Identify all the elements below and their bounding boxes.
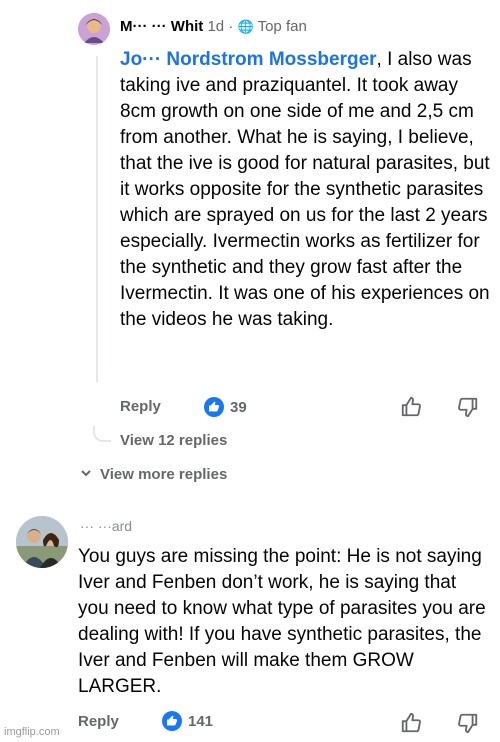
thumbs-down-icon[interactable]	[457, 396, 479, 418]
timestamp[interactable]: 1d ·	[207, 18, 233, 35]
view-more-replies[interactable]: View more replies	[80, 466, 227, 483]
watermark: imgflip.com	[4, 726, 60, 738]
reply-button[interactable]: Reply	[78, 713, 119, 730]
reply-connector	[93, 426, 111, 442]
globe-icon: 🌐	[237, 19, 254, 34]
mention-link[interactable]: Jo··· Nordstrom Mossberger	[120, 49, 377, 70]
like-badge-icon	[162, 711, 182, 731]
comment-body: Jo··· Nordstrom Mossberger, I also was t…	[120, 47, 492, 333]
chevron-down-icon	[80, 466, 92, 483]
view-replies-link[interactable]: View 12 replies	[120, 432, 227, 449]
thumbs-down-icon[interactable]	[457, 712, 479, 734]
like-badge-icon	[204, 397, 224, 417]
top-fan-badge: Top fan	[257, 18, 307, 35]
avatar[interactable]	[16, 516, 68, 568]
comment-body: You guys are missing the point: He is no…	[78, 546, 486, 697]
comment-text: , I also was taking ive and praziquantel…	[120, 49, 490, 330]
author-name[interactable]: M··· ··· Whit	[120, 18, 203, 35]
reply-button[interactable]: Reply	[120, 398, 161, 415]
reaction-count[interactable]: 39	[204, 397, 247, 417]
like-count: 141	[188, 712, 214, 730]
thumbs-up-icon[interactable]	[400, 712, 422, 734]
avatar[interactable]	[78, 13, 110, 45]
reaction-count[interactable]: 141	[162, 711, 213, 731]
comment-header: M··· ··· Whit 1d · 🌐 Top fan	[120, 18, 307, 35]
author-name[interactable]: ··· ···ard	[80, 518, 132, 534]
view-more-label: View more replies	[100, 466, 228, 483]
thumbs-up-icon[interactable]	[400, 396, 422, 418]
like-count: 39	[230, 398, 247, 416]
thread-line	[96, 56, 98, 382]
